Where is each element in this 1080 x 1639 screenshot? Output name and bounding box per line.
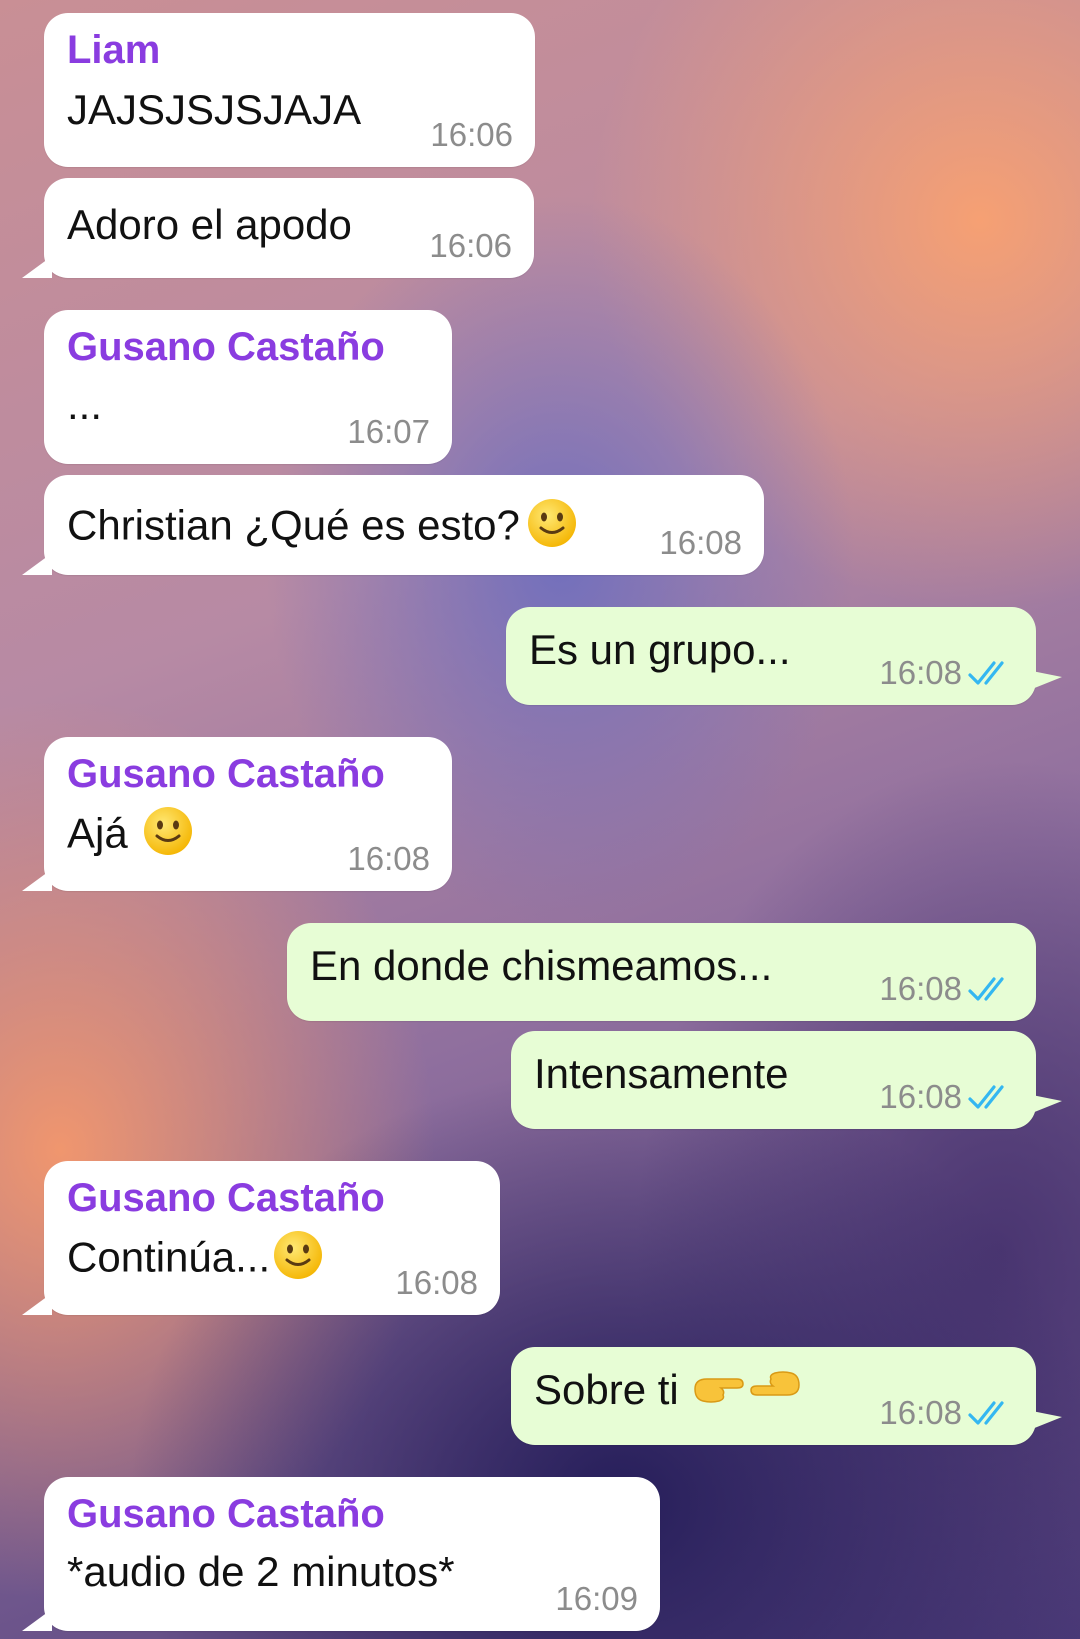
double-check-read-icon (968, 661, 1004, 685)
double-check-read-icon (968, 1401, 1004, 1425)
message-bubble-outgoing[interactable]: Es un grupo... 16:08 (506, 607, 1062, 705)
timestamp: 16:07 (347, 413, 430, 450)
message-bubble-incoming[interactable]: Gusano Castaño Ajá 16:08 (22, 737, 452, 891)
message-time: 16:08 (347, 841, 430, 877)
message-time: 16:08 (879, 971, 1014, 1007)
message-time: 16:08 (395, 1265, 478, 1301)
message-time: 16:09 (555, 1581, 638, 1617)
message-text-content: Sobre ti (534, 1366, 679, 1413)
message-time: 16:07 (347, 414, 430, 450)
double-check-read-icon (968, 1085, 1004, 1109)
slightly-smiling-face-icon (272, 1229, 324, 1292)
pointing-fingers-icon (691, 1367, 803, 1418)
message-bubble-outgoing[interactable]: En donde chismeamos... 16:08 (287, 923, 1036, 1021)
message-text-content: Christian ¿Qué es esto? (67, 501, 520, 549)
message-time: 16:08 (659, 525, 742, 561)
message-bubble-incoming[interactable]: Gusano Castaño ... 16:07 (44, 310, 452, 464)
timestamp: 16:08 (879, 654, 962, 691)
timestamp: 16:08 (395, 1264, 478, 1301)
message-text: *audio de 2 minutos* (67, 1548, 455, 1595)
message-time: 16:06 (429, 228, 512, 264)
timestamp: 16:08 (879, 970, 962, 1007)
message-bubble-incoming[interactable]: Gusano Castaño *audio de 2 minutos* 16:0… (22, 1477, 660, 1631)
message-bubble-incoming[interactable]: Gusano Castaño Continúa... 16:08 (22, 1161, 500, 1315)
double-check-read-icon (968, 977, 1004, 1001)
message-time: 16:08 (879, 655, 1014, 691)
message-text: Christian ¿Qué es esto? (67, 497, 742, 560)
message-time: 16:06 (430, 117, 513, 153)
message-bubble-outgoing[interactable]: Intensamente 16:08 (511, 1031, 1062, 1129)
sender-name[interactable]: Gusano Castaño (67, 1175, 478, 1221)
sender-name[interactable]: Liam (67, 27, 513, 73)
timestamp: 16:08 (879, 1394, 962, 1431)
timestamp: 16:08 (347, 840, 430, 877)
message-bubble-outgoing[interactable]: Sobre ti 16:08 (511, 1347, 1062, 1445)
message-text-content: Ajá (67, 809, 128, 857)
timestamp: 16:09 (555, 1580, 638, 1617)
timestamp: 16:06 (430, 116, 513, 153)
message-bubble-incoming[interactable]: Christian ¿Qué es esto? 16:08 (22, 475, 764, 575)
message-bubble-incoming[interactable]: Liam JAJSJSJSJAJA 16:06 (44, 13, 535, 167)
message-time: 16:08 (879, 1079, 1014, 1115)
sender-name[interactable]: Gusano Castaño (67, 751, 430, 797)
message-text-content: Continúa... (67, 1233, 271, 1281)
message-time: 16:08 (879, 1395, 1014, 1431)
timestamp: 16:08 (879, 1078, 962, 1115)
sender-name[interactable]: Gusano Castaño (67, 324, 430, 370)
slightly-smiling-face-icon (142, 805, 194, 868)
timestamp: 16:08 (659, 524, 742, 561)
slightly-smiling-face-icon (526, 497, 578, 560)
timestamp: 16:06 (429, 227, 512, 264)
sender-name[interactable]: Gusano Castaño (67, 1491, 638, 1537)
message-bubble-incoming[interactable]: Adoro el apodo 16:06 (22, 178, 534, 278)
